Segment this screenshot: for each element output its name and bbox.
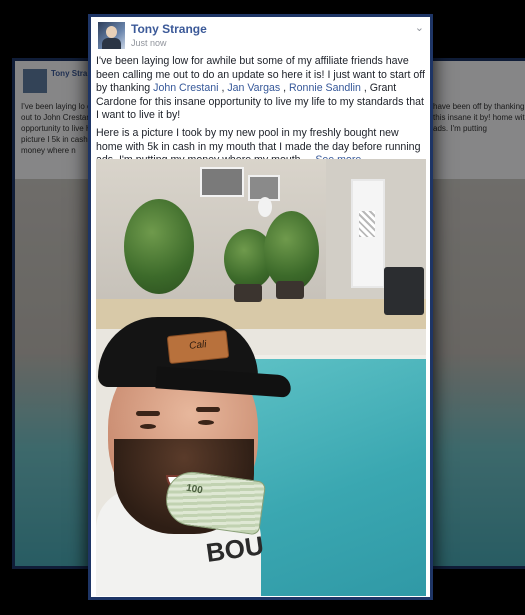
avatar-body [102,38,121,49]
mention-jan-vargas[interactable]: Jan Vargas [227,82,280,94]
ghost-photo [427,179,525,566]
post-paragraph-1: I've been laying low for awhile but some… [96,55,428,123]
avatar [23,69,47,93]
author-name[interactable]: Tony Strange [131,22,207,36]
eyebrow [196,407,220,412]
post-timestamp[interactable]: Just now [131,38,167,48]
man-with-cash: BOU Cali 100 [96,289,326,596]
lounge-chair [384,267,424,315]
ghost-post-text: have been off by thanking for this insan… [433,102,525,133]
cap-patch-text: Cali [188,339,207,352]
eye [198,420,214,425]
door-lattice [359,211,375,237]
eyebrow [136,411,160,416]
wall-light [258,197,272,217]
house-window [200,167,244,197]
author-avatar[interactable] [98,22,125,49]
facebook-post-card: Tony Strange Just now ⌄ I've been laying… [88,14,433,600]
plant [124,199,194,294]
mention-ronnie-sandlin[interactable]: Ronnie Sandlin [289,82,361,94]
eye [140,424,156,429]
mention-separator: , [280,82,290,95]
ghost-author-name: Tony Stra [51,69,88,78]
mention-john-crestani[interactable]: John Crestani [153,82,218,94]
ghost-post-right: have been off by thanking for this insan… [424,58,525,569]
post-text: I've been laying low for awhile but some… [96,55,428,172]
plant [264,211,319,291]
avatar-head [106,26,117,38]
post-photo[interactable]: BOU Cali 100 [96,159,426,596]
chevron-down-icon[interactable]: ⌄ [415,21,424,34]
